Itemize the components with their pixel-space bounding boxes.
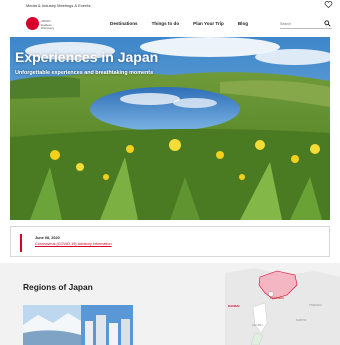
japan-map [225,268,340,345]
region-photo-city[interactable] [81,305,133,345]
search-input[interactable] [280,20,318,27]
nav-item-things-to-do[interactable]: Things to do [152,21,180,26]
map-label-kanto[interactable]: KANTO [296,318,306,322]
utility-links[interactable]: Media & Industry Meetings & Events [26,3,90,8]
hero-subtitle: Unforgettable experiences and breathtaki… [15,70,154,76]
nav-links: Destinations Things to do Plan Your Trip… [110,21,248,26]
logo-line-3: Discovery [41,26,55,30]
heart-icon[interactable] [324,0,333,9]
hero-title: Experiences in Japan [15,49,159,65]
advisory-link[interactable]: Coronavirus (COVID-19) advisory informat… [35,242,112,246]
regions-section: Regions of Japan KANSAI Hokkaido TOHOKU … [0,263,340,345]
map-label-tohoku[interactable]: TOHOKU [309,303,322,307]
map-label-kansai[interactable]: KANSAI [228,304,240,308]
region-photo-snow[interactable] [23,305,81,345]
site-logo[interactable]: JAPAN Endless Discovery [26,17,55,31]
regions-heading: Regions of Japan [23,282,93,292]
hero-banner: Experiences in Japan Unforgettable exper… [10,37,330,220]
advisory-notice: June 08, 2020 Coronavirus (COVID-19) adv… [10,226,330,257]
advisory-accent-bar [20,234,22,252]
nav-item-plan-your-trip[interactable]: Plan Your Trip [193,21,224,26]
search-icon[interactable] [324,20,331,27]
nav-item-blog[interactable]: Blog [238,21,248,26]
map-label-hokkaido[interactable]: Hokkaido [270,296,284,300]
search-box [280,20,332,29]
utility-bar: Media & Industry Meetings & Events [0,0,340,13]
advisory-date: June 08, 2020 [35,236,60,240]
nav-item-destinations[interactable]: Destinations [110,21,138,26]
map-label-chubu[interactable]: CHUBU [252,323,263,327]
logo-text: JAPAN Endless Discovery [41,19,55,31]
logo-mark [26,17,39,30]
main-nav: JAPAN Endless Discovery Destinations Thi… [0,13,340,38]
